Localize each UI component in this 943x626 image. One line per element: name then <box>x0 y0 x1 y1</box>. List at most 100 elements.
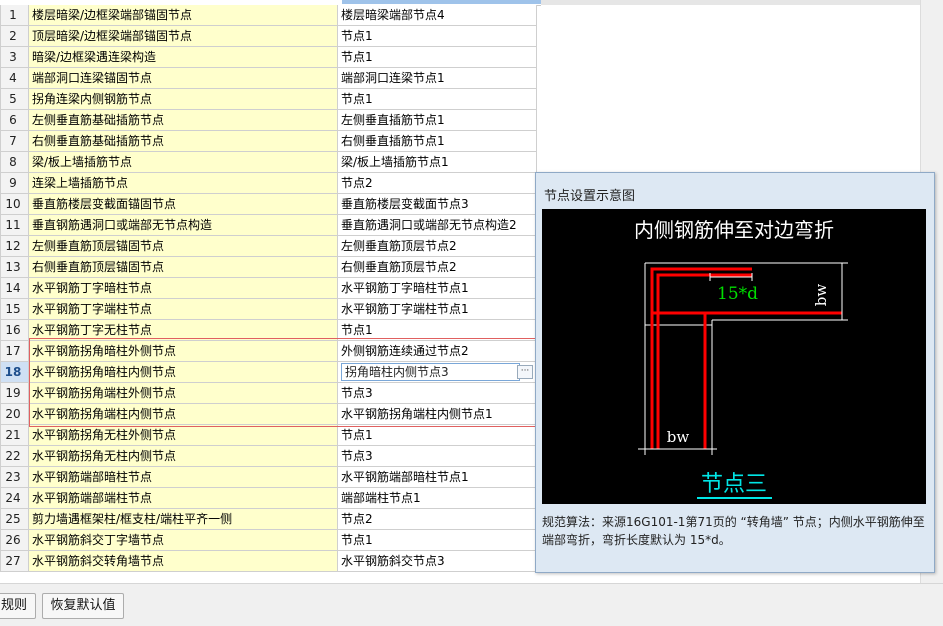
table-row[interactable]: 14 水平钢筋丁字暗柱节点 水平钢筋丁字暗柱节点1 <box>0 277 537 299</box>
setting-value-cell[interactable]: 节点1 <box>337 46 537 68</box>
setting-name-cell: 水平钢筋丁字暗柱节点 <box>28 277 338 299</box>
row-number[interactable]: 27 <box>0 550 29 572</box>
row-number[interactable]: 21 <box>0 424 29 446</box>
table-row[interactable]: 5 拐角连梁内侧钢筋节点 节点1 <box>0 88 537 110</box>
table-row[interactable]: 21 水平钢筋拐角无柱外侧节点 节点1 <box>0 424 537 446</box>
row-number[interactable]: 4 <box>0 67 29 89</box>
ellipsis-button[interactable]: ··· <box>517 365 533 379</box>
setting-value-cell[interactable]: 节点1 <box>337 25 537 47</box>
setting-value-cell[interactable]: 外侧钢筋连续通过节点2 <box>337 340 537 362</box>
rules-button[interactable]: 规则 <box>0 593 36 619</box>
row-number[interactable]: 1 <box>0 5 29 26</box>
value-edit-field[interactable]: 拐角暗柱内侧节点3 <box>341 363 520 381</box>
setting-name-cell: 楼层暗梁/边框梁端部锚固节点 <box>28 5 338 26</box>
table-row[interactable]: 15 水平钢筋丁字端柱节点 水平钢筋丁字端柱节点1 <box>0 298 537 320</box>
setting-value-cell[interactable]: 垂直筋楼层变截面节点3 <box>337 193 537 215</box>
node-diagram-panel: 节点设置示意图 内侧钢筋伸至对边弯折 15*d bw bw 节点三 规范算法：来… <box>535 172 935 573</box>
row-number[interactable]: 7 <box>0 130 29 152</box>
setting-value-cell[interactable]: 左侧垂直筋顶层节点2 <box>337 235 537 257</box>
setting-name-cell: 水平钢筋斜交转角墙节点 <box>28 550 338 572</box>
row-number[interactable]: 13 <box>0 256 29 278</box>
row-number[interactable]: 14 <box>0 277 29 299</box>
setting-value-cell[interactable]: 梁/板上墙插筋节点1 <box>337 151 537 173</box>
row-number[interactable]: 16 <box>0 319 29 341</box>
setting-name-cell: 水平钢筋端部端柱节点 <box>28 487 338 509</box>
row-number[interactable]: 15 <box>0 298 29 320</box>
table-row[interactable]: 7 右侧垂直筋基础插筋节点 右侧垂直插筋节点1 <box>0 130 537 152</box>
setting-value-cell[interactable]: 拐角暗柱内侧节点3 ··· <box>337 361 537 383</box>
row-number[interactable]: 8 <box>0 151 29 173</box>
table-row[interactable]: 13 右侧垂直筋顶层锚固节点 右侧垂直筋顶层节点2 <box>0 256 537 278</box>
setting-value-cell[interactable]: 水平钢筋拐角端柱内侧节点1 <box>337 403 537 425</box>
setting-name-cell: 水平钢筋拐角端柱内侧节点 <box>28 403 338 425</box>
table-row[interactable]: 4 端部洞口连梁锚固节点 端部洞口连梁节点1 <box>0 67 537 89</box>
row-number[interactable]: 10 <box>0 193 29 215</box>
table-row[interactable]: 22 水平钢筋拐角无柱内侧节点 节点3 <box>0 445 537 467</box>
setting-value-cell[interactable]: 节点2 <box>337 508 537 530</box>
row-number[interactable]: 25 <box>0 508 29 530</box>
setting-value-cell[interactable]: 节点3 <box>337 445 537 467</box>
table-row[interactable]: 25 剪力墙遇框架柱/框支柱/端柱平齐一侧 节点2 <box>0 508 537 530</box>
setting-value-cell[interactable]: 右侧垂直筋顶层节点2 <box>337 256 537 278</box>
setting-value-cell[interactable]: 水平钢筋丁字暗柱节点1 <box>337 277 537 299</box>
table-row[interactable]: 17 水平钢筋拐角暗柱外侧节点 外侧钢筋连续通过节点2 <box>0 340 537 362</box>
table-row[interactable]: 12 左侧垂直筋顶层锚固节点 左侧垂直筋顶层节点2 <box>0 235 537 257</box>
setting-value-cell[interactable]: 节点3 <box>337 382 537 404</box>
table-row[interactable]: 26 水平钢筋斜交丁字墙节点 节点1 <box>0 529 537 551</box>
setting-name-cell: 水平钢筋端部暗柱节点 <box>28 466 338 488</box>
setting-name-cell: 水平钢筋丁字无柱节点 <box>28 319 338 341</box>
table-row[interactable]: 2 顶层暗梁/边框梁端部锚固节点 节点1 <box>0 25 537 47</box>
row-number[interactable]: 11 <box>0 214 29 236</box>
table-row[interactable]: 20 水平钢筋拐角端柱内侧节点 水平钢筋拐角端柱内侧节点1 <box>0 403 537 425</box>
table-row[interactable]: 1 楼层暗梁/边框梁端部锚固节点 楼层暗梁端部节点4 <box>0 5 537 26</box>
table-row[interactable]: 10 垂直筋楼层变截面锚固节点 垂直筋楼层变截面节点3 <box>0 193 537 215</box>
setting-name-cell: 左侧垂直筋顶层锚固节点 <box>28 235 338 257</box>
row-number[interactable]: 3 <box>0 46 29 68</box>
setting-value-cell[interactable]: 节点1 <box>337 319 537 341</box>
setting-value-cell[interactable]: 左侧垂直插筋节点1 <box>337 109 537 131</box>
row-number[interactable]: 6 <box>0 109 29 131</box>
table-row[interactable]: 27 水平钢筋斜交转角墙节点 水平钢筋斜交节点3 <box>0 550 537 572</box>
table-row[interactable]: 6 左侧垂直筋基础插筋节点 左侧垂直插筋节点1 <box>0 109 537 131</box>
table-row[interactable]: 9 连梁上墙插筋节点 节点2 <box>0 172 537 194</box>
setting-value-cell[interactable]: 端部端柱节点1 <box>337 487 537 509</box>
table-row[interactable]: 3 暗梁/边框梁遇连梁构造 节点1 <box>0 46 537 68</box>
setting-value-cell[interactable]: 节点1 <box>337 88 537 110</box>
dim-bw-bottom-label: bw <box>667 428 690 446</box>
setting-name-cell: 水平钢筋拐角暗柱外侧节点 <box>28 340 338 362</box>
setting-value-cell[interactable]: 端部洞口连梁节点1 <box>337 67 537 89</box>
restore-defaults-button[interactable]: 恢复默认值 <box>42 593 124 619</box>
setting-value-cell[interactable]: 水平钢筋端部暗柱节点1 <box>337 466 537 488</box>
setting-value-cell[interactable]: 楼层暗梁端部节点4 <box>337 5 537 26</box>
table-row[interactable]: 8 梁/板上墙插筋节点 梁/板上墙插筋节点1 <box>0 151 537 173</box>
panel-title: 节点设置示意图 <box>544 189 636 204</box>
row-number[interactable]: 5 <box>0 88 29 110</box>
row-number[interactable]: 12 <box>0 235 29 257</box>
row-number[interactable]: 23 <box>0 466 29 488</box>
table-row[interactable]: 24 水平钢筋端部端柱节点 端部端柱节点1 <box>0 487 537 509</box>
row-number[interactable]: 2 <box>0 25 29 47</box>
setting-value-cell[interactable]: 节点2 <box>337 172 537 194</box>
setting-value-cell[interactable]: 节点1 <box>337 529 537 551</box>
setting-value-cell[interactable]: 垂直筋遇洞口或端部无节点构造2 <box>337 214 537 236</box>
row-number[interactable]: 26 <box>0 529 29 551</box>
setting-value-cell[interactable]: 节点1 <box>337 424 537 446</box>
table-row[interactable]: 11 垂直钢筋遇洞口或端部无节点构造 垂直筋遇洞口或端部无节点构造2 <box>0 214 537 236</box>
table-row[interactable]: 19 水平钢筋拐角端柱外侧节点 节点3 <box>0 382 537 404</box>
panel-description: 规范算法：来源16G101-1第71页的 “转角墙” 节点；内侧水平钢筋伸至端部… <box>542 515 925 547</box>
row-number[interactable]: 9 <box>0 172 29 194</box>
setting-value-cell[interactable]: 右侧垂直插筋节点1 <box>337 130 537 152</box>
table-row[interactable]: 23 水平钢筋端部暗柱节点 水平钢筋端部暗柱节点1 <box>0 466 537 488</box>
row-number[interactable]: 24 <box>0 487 29 509</box>
setting-value-cell[interactable]: 水平钢筋丁字端柱节点1 <box>337 298 537 320</box>
row-number[interactable]: 20 <box>0 403 29 425</box>
setting-value-cell[interactable]: 水平钢筋斜交节点3 <box>337 550 537 572</box>
table-row[interactable]: 16 水平钢筋丁字无柱节点 节点1 <box>0 319 537 341</box>
row-number[interactable]: 19 <box>0 382 29 404</box>
table-row[interactable]: 18 水平钢筋拐角暗柱内侧节点 拐角暗柱内侧节点3 ··· <box>0 361 537 383</box>
row-number[interactable]: 22 <box>0 445 29 467</box>
row-number[interactable]: 17 <box>0 340 29 362</box>
setting-name-cell: 连梁上墙插筋节点 <box>28 172 338 194</box>
rebar-corner-diagram: 内侧钢筋伸至对边弯折 15*d bw bw 节点三 <box>542 209 926 504</box>
row-number[interactable]: 18 <box>0 361 29 383</box>
